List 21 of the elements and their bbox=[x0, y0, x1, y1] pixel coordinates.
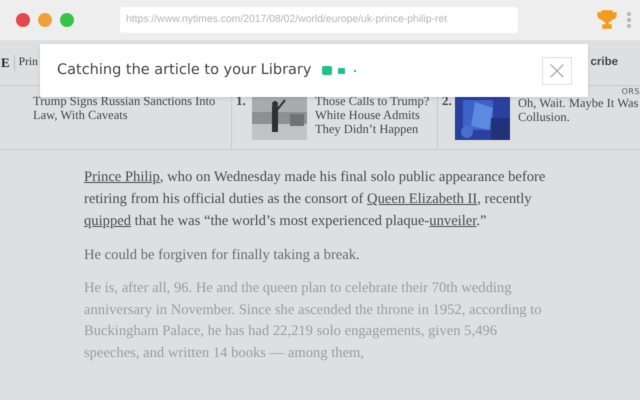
rank-number: 1. bbox=[236, 95, 247, 107]
article-paragraph: He is, after all, 96. He and the queen plan to celebrate their 70th wedding anniversary in November. Since she ascended the throne in 1952, according to Buckingham Palace, he has had 22,219 solo engagements, given 5,496 speeches, and written 14 books — among them, bbox=[84, 279, 543, 362]
minimize-window-button[interactable] bbox=[38, 13, 52, 27]
logo-text: E bbox=[1, 54, 10, 72]
close-window-button[interactable] bbox=[16, 13, 30, 27]
article-paragraph: Prince Philip, who on Wednesday made his final solo public appearance before retiring from his official duties as the consort of Queen Elizabeth II, recently quipped that he was “the world’s most experienced plaque-unveiler.” bbox=[84, 168, 546, 231]
article-link[interactable]: unveiler bbox=[429, 213, 476, 229]
more-menu-icon[interactable] bbox=[626, 11, 632, 29]
headline-link[interactable]: Those Calls to Trump? White House Admits They Didn’t Happen bbox=[315, 94, 437, 136]
headline-link[interactable]: Trump Signs Russian Sanctions Into Law, With Caveats bbox=[33, 94, 218, 122]
notification-message: Catching the article to your Library bbox=[57, 60, 312, 80]
maximize-window-button[interactable] bbox=[60, 13, 74, 27]
section-link[interactable]: Prin bbox=[18, 54, 38, 72]
article-link[interactable]: Prince Philip bbox=[84, 169, 160, 185]
headline-link[interactable]: Oh, Wait. Maybe It Was Collusion. bbox=[518, 96, 640, 124]
article-paragraph: He could be forgiven for finally taking a break. bbox=[84, 246, 361, 265]
trophy-icon[interactable] bbox=[596, 10, 618, 30]
article-link[interactable]: quipped bbox=[84, 213, 132, 229]
article-link[interactable]: Queen Elizabeth II bbox=[367, 191, 478, 207]
section-label: ORS bbox=[622, 87, 640, 96]
subscribe-link[interactable]: cribe bbox=[590, 54, 618, 72]
